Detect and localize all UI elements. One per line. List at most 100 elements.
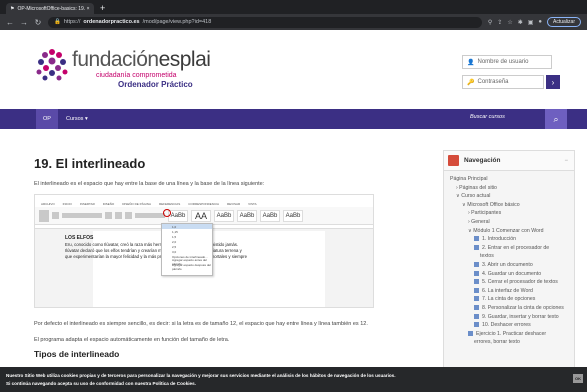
nav-tree-item[interactable]: 4. Guardar un documento xyxy=(450,270,574,279)
navigation-tree: Página Principal › Páginas del sitio ∨ Cur… xyxy=(444,171,574,347)
login-submit-button[interactable]: › xyxy=(546,75,560,89)
navigation-block: Navegación − Página Principal › Páginas d… xyxy=(443,150,575,392)
style-heading2: AaBb xyxy=(237,209,257,222)
search-courses-input[interactable]: Buscar cursos xyxy=(470,114,505,120)
nav-tree-item[interactable]: 1. Introducción xyxy=(450,235,574,244)
page-icon xyxy=(474,244,479,250)
main-content: 19. El interlineado El interlineado es e… xyxy=(0,130,440,392)
bold-icon xyxy=(105,212,112,219)
page-icon xyxy=(468,330,473,336)
nav-tree-item[interactable]: ∨ Módulo 1 Comenzar con Word xyxy=(450,227,574,236)
nav-tree-label: Ejercicio 1. Practicar deshacer xyxy=(476,330,547,337)
new-tab-icon[interactable]: + xyxy=(100,3,105,14)
nav-tree-item[interactable]: › Participantes xyxy=(450,209,574,218)
word-doc-title: LOS ELFOS xyxy=(65,235,94,241)
browser-tab[interactable]: ⚑ OP-MicrosoftOffice-basics: 19. × xyxy=(6,3,94,14)
nav-tree-label: 1. Introducción xyxy=(482,236,517,243)
nav-tree-label: 9. Guardar, insertar y borrar texto xyxy=(482,313,559,320)
nav-tree-item[interactable]: 10. Deshacer errores xyxy=(450,321,574,330)
page-icon xyxy=(474,296,479,302)
main-navbar: OP Cursos ▾ Buscar cursos ⌕ xyxy=(0,109,587,129)
nav-tree-item[interactable]: 3. Abrir un documento xyxy=(450,261,574,270)
chevron-right-icon: › xyxy=(551,77,555,87)
nav-courses-menu[interactable]: Cursos ▾ xyxy=(66,116,88,122)
nav-tree-label: textos xyxy=(480,253,494,260)
word-doc-line: Ilúvatar declaró que los elfos tendrían … xyxy=(65,248,242,253)
nav-tree-label: 7. La cinta de opciones xyxy=(482,296,536,303)
nav-tree-label: errores, borrar texto xyxy=(474,339,520,346)
nav-home-op[interactable]: OP xyxy=(36,109,58,129)
update-button[interactable]: Actualizar xyxy=(547,17,581,27)
nav-tree-item[interactable]: 6. La interfaz de Word xyxy=(450,287,574,296)
word-menu-item: REFERENCIAS xyxy=(158,202,181,206)
back-icon[interactable]: ← xyxy=(6,18,14,27)
nav-tree-item[interactable]: 2. Entrar en el procesador de xyxy=(450,244,574,253)
page-icon xyxy=(474,236,479,242)
username-field[interactable]: 👤 Nombre de usuario xyxy=(462,55,552,69)
page-title: 19. El interlineado xyxy=(34,156,146,171)
brand-product: Ordenador Práctico xyxy=(118,80,193,89)
extensions-icon[interactable]: ✱ xyxy=(518,19,523,26)
word-menu-item: DISEÑO DE PÁGINA xyxy=(122,202,151,206)
browser-toolbar: ← → ↻ 🔒 https://ordenadorpractico.es/mod… xyxy=(0,14,587,30)
italic-icon xyxy=(115,212,122,219)
nav-tree-label: 8. Personalizar la cinta de opciones xyxy=(482,304,564,311)
style-normal: AaBb xyxy=(168,209,188,222)
share-icon[interactable]: ⇪ xyxy=(497,19,502,26)
search-button[interactable]: ⌕ xyxy=(545,109,567,129)
nav-tree-label: › General xyxy=(468,218,490,225)
profile-avatar[interactable]: ● xyxy=(538,19,542,25)
sitemap-icon xyxy=(448,155,459,166)
nav-tree-label: 5. Cerrar el procesador de textos xyxy=(482,279,558,286)
word-menu-item: DISEÑO xyxy=(102,202,115,206)
nav-tree-item[interactable]: › Páginas del sitio xyxy=(450,184,574,193)
nav-tree-item[interactable]: 8. Personalizar la cinta de opciones xyxy=(450,304,574,313)
nav-tree-item[interactable]: › General xyxy=(450,218,574,227)
navigation-title: Navegación xyxy=(464,157,501,164)
nav-tree-label: 3. Abrir un documento xyxy=(482,261,533,268)
password-field[interactable]: 🔑 Contraseña xyxy=(462,75,544,89)
brand-tagline: ciudadanía comprometida xyxy=(96,72,177,79)
forward-icon[interactable]: → xyxy=(20,18,28,27)
search-icon: ⌕ xyxy=(553,113,559,124)
nav-tree-label: 4. Guardar un documento xyxy=(482,270,542,277)
password-placeholder: Contraseña xyxy=(477,79,509,85)
font-box xyxy=(62,213,102,218)
reload-icon[interactable]: ↻ xyxy=(34,18,42,27)
nav-tree-item[interactable]: 9. Guardar, insertar y borrar texto xyxy=(450,313,574,322)
address-bar[interactable]: 🔒 https://ordenadorpractico.es/mod/page/… xyxy=(48,16,482,28)
nav-tree-item[interactable]: ∨ Curso actual xyxy=(450,192,574,201)
lock-icon: 🔒 xyxy=(54,19,61,25)
cookie-text-1: Nuestro Sitio Web utiliza cookies propia… xyxy=(6,373,396,378)
paragraph-default-spacing: Por defecto el interlineado es siempre s… xyxy=(34,321,368,327)
brand-bold: esplai xyxy=(158,48,211,71)
nav-tree-item[interactable]: 7. La cinta de opciones xyxy=(450,295,574,304)
page-icon xyxy=(474,305,479,311)
intro-paragraph: El interlineado es el espacio que hay en… xyxy=(34,181,265,187)
browser-tab-strip: ⚑ OP-MicrosoftOffice-basics: 19. × + xyxy=(0,0,587,14)
style-subtitle: AaBb xyxy=(260,209,280,222)
nav-tree-item[interactable]: Página Principal xyxy=(450,175,574,184)
nav-tree-label: 2. Entrar en el procesador de xyxy=(482,244,550,251)
brand-name[interactable]: fundaciónesplai xyxy=(72,48,211,72)
page-icon xyxy=(474,287,479,293)
nav-tree-item[interactable]: textos xyxy=(450,252,574,261)
collapse-icon[interactable]: − xyxy=(564,158,568,164)
nav-tree-label: › Páginas del sitio xyxy=(456,184,497,191)
zoom-icon[interactable]: ⚲ xyxy=(488,19,492,26)
page-icon xyxy=(474,262,479,268)
nav-tree-item[interactable]: 5. Cerrar el procesador de textos xyxy=(450,278,574,287)
nav-tree-item[interactable]: errores, borrar texto xyxy=(450,338,574,347)
nav-tree-item[interactable]: ∨ Microsoft Office básico xyxy=(450,201,574,210)
word-doc-line: que experimentarían la mayor felicidad y… xyxy=(65,254,247,259)
cookie-accept-button[interactable]: OK xyxy=(573,374,583,383)
underline-icon xyxy=(125,212,132,219)
paragraph-tools xyxy=(135,213,165,218)
spacing-option: Agregar espacio después del párrafo xyxy=(172,262,211,271)
nav-tree-item[interactable]: Ejercicio 1. Practicar deshacer xyxy=(450,330,574,339)
star-icon[interactable]: ☆ xyxy=(507,19,512,26)
line-spacing-highlight xyxy=(163,209,171,217)
word-menu-item: INSERTAR xyxy=(79,202,95,206)
sidepanel-icon[interactable]: ▣ xyxy=(528,19,534,26)
tab-favicon-icon: ⚑ xyxy=(10,5,15,12)
